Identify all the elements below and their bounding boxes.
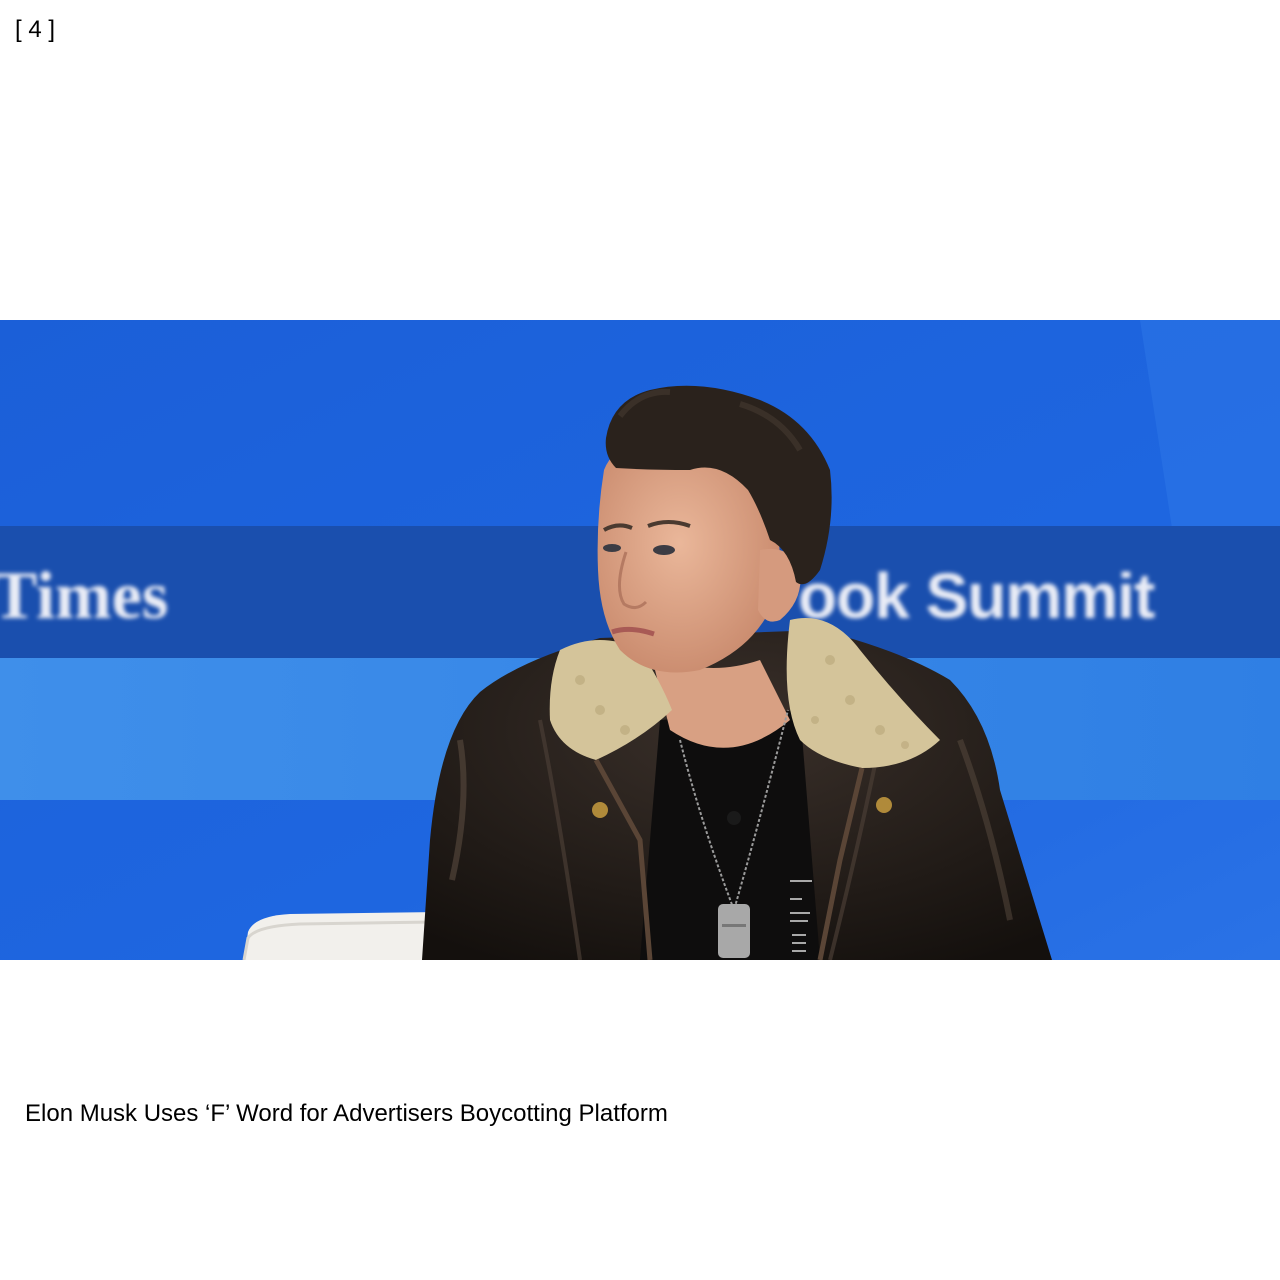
news-photo-illustration: Times ook Summit — [0, 320, 1280, 960]
lapel-mic — [727, 811, 741, 825]
dog-tag — [718, 904, 750, 958]
slide-index-label: [ 4 ] — [15, 16, 56, 43]
backdrop-text-right: ook Summit — [798, 560, 1155, 632]
eye-right — [653, 545, 675, 555]
page: [ 4 ] Times ook Summit Elon Musk Uses ‘F… — [0, 0, 1280, 1280]
jacket-snap-left — [592, 802, 608, 818]
chair — [244, 912, 440, 960]
headline-caption[interactable]: Elon Musk Uses ‘F’ Word for Advertisers … — [25, 1100, 668, 1128]
jacket-snap-right — [876, 797, 892, 813]
backdrop-text-left: Times — [0, 557, 168, 633]
news-photo[interactable]: Times ook Summit — [0, 320, 1280, 960]
eye-left — [603, 544, 621, 552]
